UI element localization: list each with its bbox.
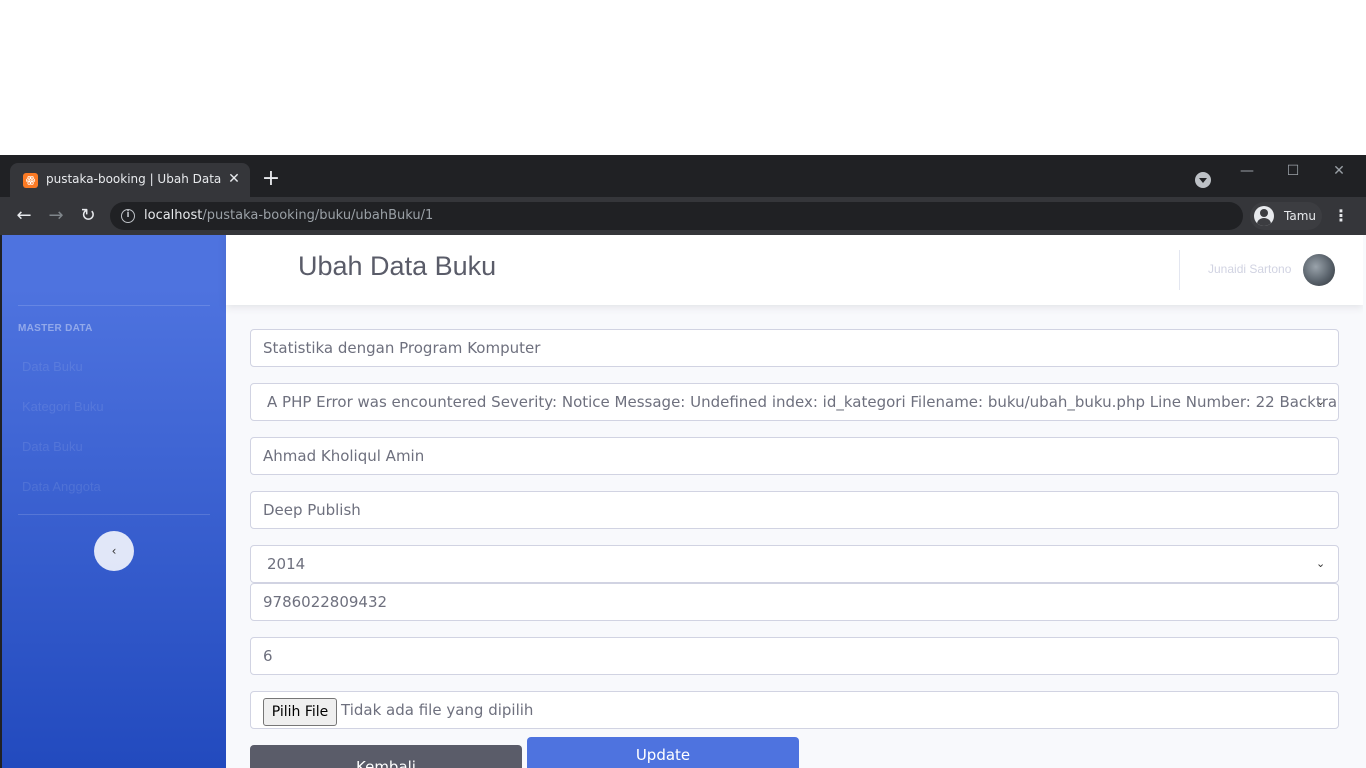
- tab-strip: ꙮ pustaka-booking | Ubah Data Buku ✕ + —…: [0, 155, 1366, 197]
- chevron-down-icon: ⌄: [1316, 557, 1326, 570]
- profile-name: Tamu: [1284, 209, 1316, 223]
- isbn-input[interactable]: 9786022809432: [250, 583, 1339, 621]
- sidebar-item-kategori-buku[interactable]: Kategori Buku: [22, 397, 212, 417]
- kategori-select[interactable]: A PHP Error was encountered Severity: No…: [250, 383, 1339, 421]
- back-arrow-icon[interactable]: ←: [13, 205, 35, 227]
- user-avatar[interactable]: [1303, 254, 1335, 286]
- topbar-divider: [1179, 250, 1180, 290]
- page-viewport: MASTER DATA Data Buku Kategori Buku Data…: [2, 235, 1363, 768]
- sidebar-toggle-button[interactable]: ‹: [94, 531, 134, 571]
- browser-menu-icon[interactable]: ⋮: [1333, 205, 1349, 227]
- user-name[interactable]: Junaidi Sartono: [1208, 262, 1291, 276]
- address-bar[interactable]: i localhost/pustaka-booking/buku/ubahBuk…: [110, 202, 1243, 230]
- sidebar-divider: [18, 514, 210, 515]
- image-file-field[interactable]: Pilih File Tidak ada file yang dipilih: [250, 691, 1339, 729]
- penerbit-input[interactable]: Deep Publish: [250, 491, 1339, 529]
- maximize-button[interactable]: ☐: [1278, 161, 1308, 181]
- browser-tab[interactable]: ꙮ pustaka-booking | Ubah Data Buku ✕: [10, 163, 250, 197]
- guest-avatar-icon: [1254, 206, 1274, 226]
- chevron-down-icon: ⌄: [1316, 395, 1326, 408]
- reload-icon[interactable]: ↻: [77, 205, 99, 227]
- browser-window: ꙮ pustaka-booking | Ubah Data Buku ✕ + —…: [0, 155, 1366, 768]
- new-tab-button[interactable]: +: [261, 168, 281, 190]
- tahun-selected-value: 2014: [267, 555, 306, 573]
- pengarang-input[interactable]: Ahmad Kholiqul Amin: [250, 437, 1339, 475]
- browser-toolbar: ← → ↻ i localhost/pustaka-booking/buku/u…: [0, 197, 1366, 235]
- tab-search-icon[interactable]: [1195, 172, 1211, 188]
- url-path: /pustaka-booking/buku/ubahBuku/1: [202, 208, 434, 223]
- close-tab-icon[interactable]: ✕: [226, 171, 242, 187]
- sidebar-divider: [18, 305, 210, 306]
- sidebar-item-data-buku-2[interactable]: Data Buku: [22, 437, 212, 457]
- topbar: Ubah Data Buku Junaidi Sartono: [226, 235, 1363, 305]
- close-window-button[interactable]: ✕: [1324, 161, 1354, 181]
- page-title: Ubah Data Buku: [298, 251, 497, 281]
- judul-buku-input[interactable]: Statistika dengan Program Komputer: [250, 329, 1339, 367]
- stok-input[interactable]: 6: [250, 637, 1339, 675]
- kategori-selected-value: A PHP Error was encountered Severity: No…: [267, 393, 1339, 411]
- sidebar-item-data-buku[interactable]: Data Buku: [22, 357, 212, 377]
- back-button[interactable]: Kembali: [250, 745, 522, 768]
- site-info-icon[interactable]: i: [121, 209, 135, 223]
- sidebar-heading: MASTER DATA: [18, 323, 93, 334]
- minimize-button[interactable]: —: [1232, 161, 1262, 181]
- sidebar: MASTER DATA Data Buku Kategori Buku Data…: [2, 235, 226, 768]
- choose-file-button[interactable]: Pilih File: [263, 698, 337, 726]
- sidebar-item-data-anggota[interactable]: Data Anggota: [22, 477, 212, 497]
- profile-button[interactable]: Tamu: [1250, 202, 1322, 230]
- forward-arrow-icon[interactable]: →: [45, 205, 67, 227]
- tahun-terbit-select[interactable]: 2014 ⌄: [250, 545, 1339, 583]
- xampp-favicon-icon: ꙮ: [23, 173, 38, 188]
- url-host: localhost: [144, 208, 203, 223]
- screen: ꙮ pustaka-booking | Ubah Data Buku ✕ + —…: [0, 0, 1366, 768]
- url-text[interactable]: localhost/pustaka-booking/buku/ubahBuku/…: [144, 208, 433, 223]
- tab-title: pustaka-booking | Ubah Data Buku: [46, 172, 222, 186]
- update-button[interactable]: Update: [527, 737, 799, 768]
- file-status-text: Tidak ada file yang dipilih: [341, 701, 534, 719]
